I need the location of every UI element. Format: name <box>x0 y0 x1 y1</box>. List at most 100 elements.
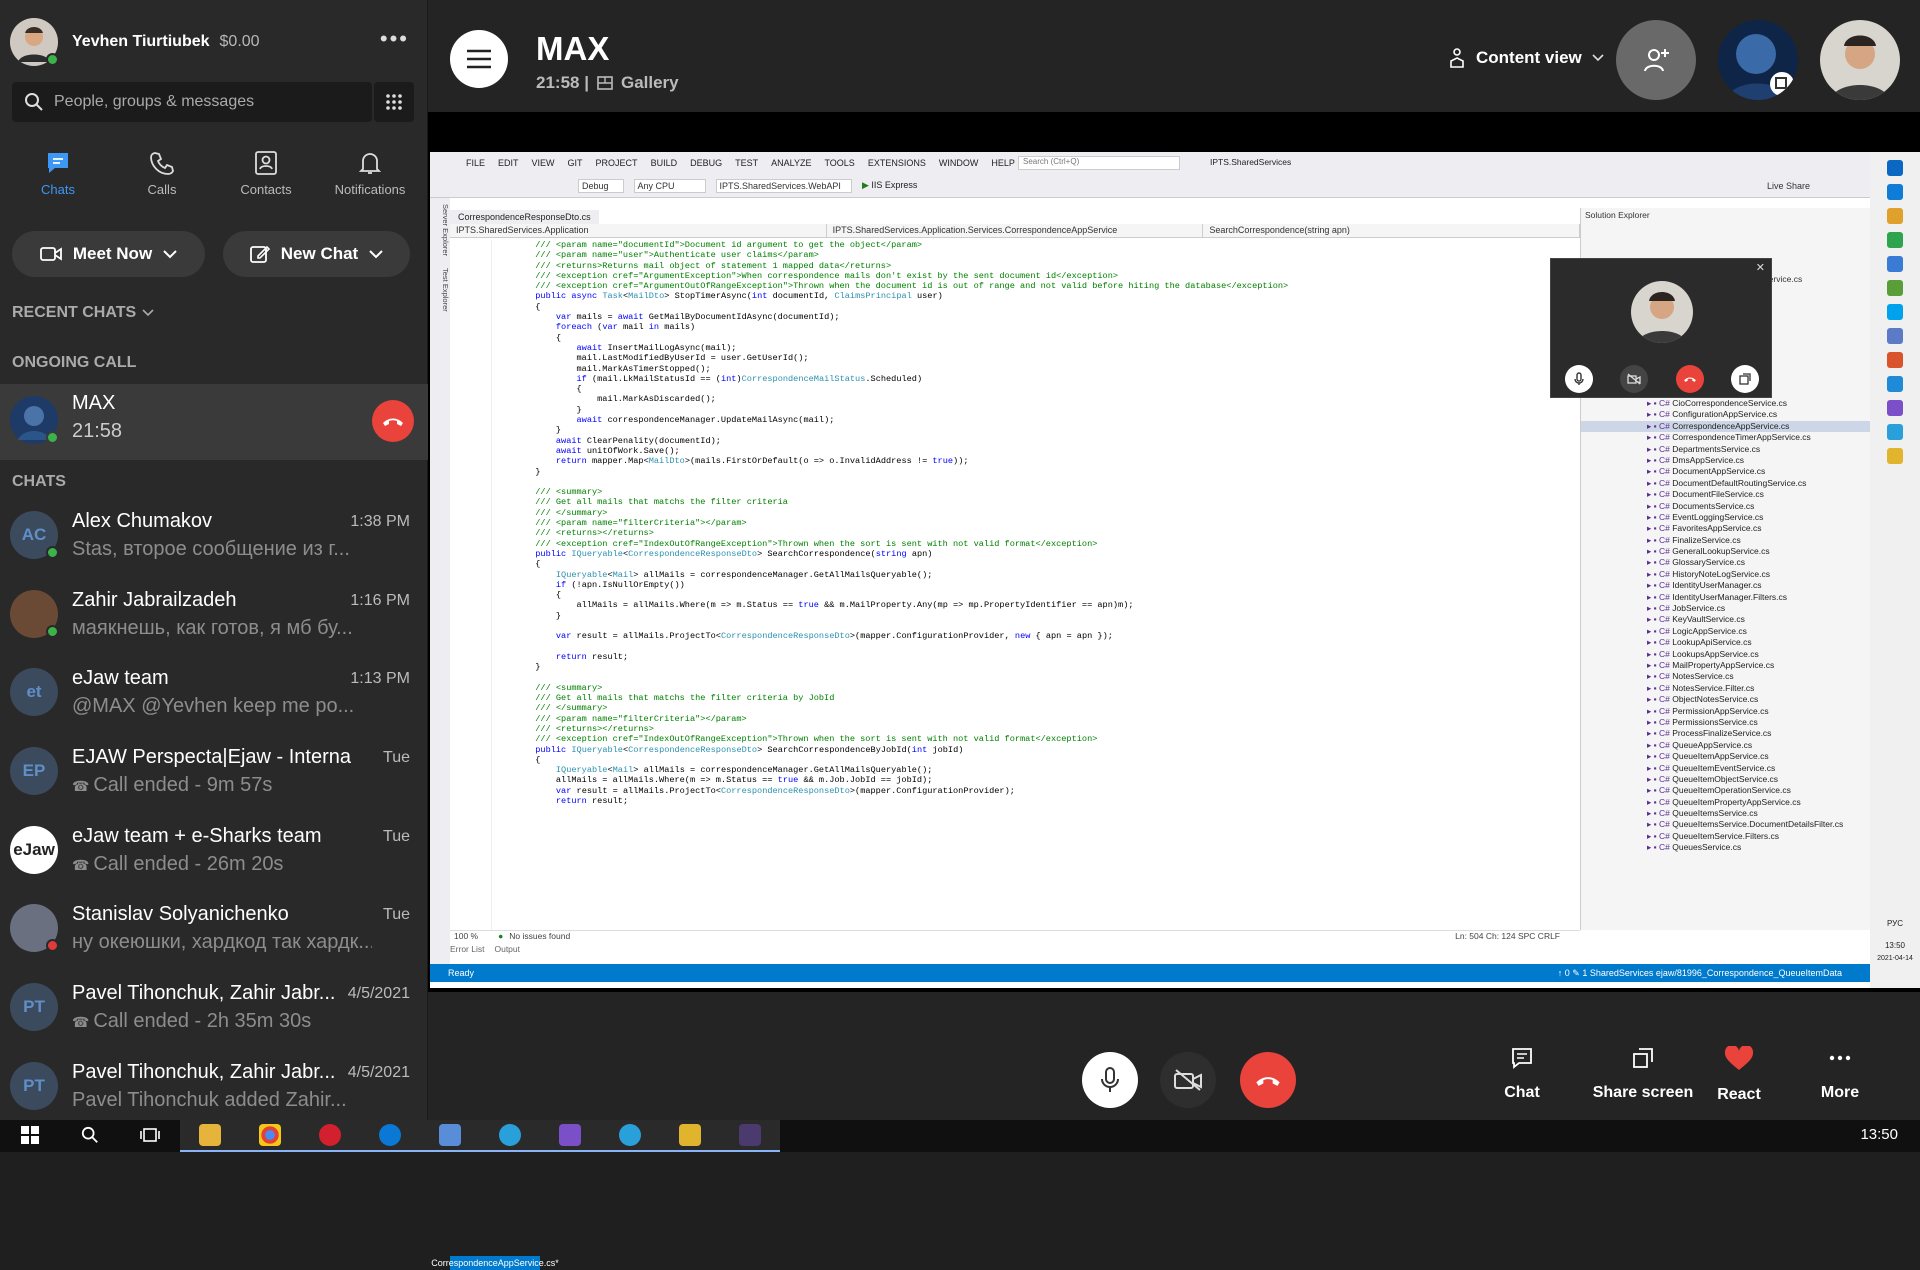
chat-list-item[interactable]: eJaw eJaw team + e-Sharks team ☎ Call ende… <box>0 811 428 890</box>
vs-file-item[interactable]: ▸ ▪ C# QueueItemsService.cs <box>1581 808 1871 819</box>
vs-file-item[interactable]: ▸ ▪ C# QueueItemService.Filters.cs <box>1581 831 1871 842</box>
end-call-button[interactable] <box>1240 1052 1296 1108</box>
vs-menu-item[interactable]: TEST <box>735 158 758 168</box>
vs-file-item[interactable]: ▸ ▪ C# QueueItemAppService.cs <box>1581 751 1871 762</box>
nav-chats[interactable]: Chats <box>8 150 108 197</box>
vs-file-item[interactable]: ▸ ▪ C# GeneralLookupService.cs <box>1581 546 1871 557</box>
vs-issues[interactable]: No issues found <box>509 931 570 944</box>
vs-file-item[interactable]: ▸ ▪ C# DocumentsService.cs <box>1581 501 1871 512</box>
nav-notifications[interactable]: Notifications <box>320 150 420 197</box>
participant-avatar[interactable] <box>1718 20 1798 100</box>
vs-status-right[interactable]: ↑ 0 ✎ 1 SharedServices ejaw/81996_Corres… <box>1558 968 1842 979</box>
add-participant-button[interactable] <box>1616 20 1696 100</box>
vs-startup-select[interactable]: IPTS.SharedServices.WebAPI <box>715 178 852 193</box>
call-layout[interactable]: Gallery <box>621 73 679 93</box>
nav-calls[interactable]: Calls <box>112 150 212 197</box>
chat-list-item[interactable]: AC Alex Chumakov Stas, второе сообщение из… <box>0 496 428 575</box>
vs-nav-project[interactable]: IPTS.SharedServices.Application <box>450 224 827 237</box>
share-screen-button[interactable]: Share screen <box>1588 1046 1698 1102</box>
recent-chats-header[interactable]: RECENT CHATS <box>12 304 154 322</box>
vs-file-item[interactable]: ▸ ▪ C# IdentityUserManager.Filters.cs <box>1581 592 1871 603</box>
pip-expand-button[interactable] <box>1731 365 1760 393</box>
vs-file-item[interactable]: ▸ ▪ C# JobService.cs <box>1581 603 1871 614</box>
taskbar-app[interactable] <box>600 1120 660 1152</box>
vs-file-item[interactable]: ▸ ▪ C# FavoritesAppService.cs <box>1581 523 1871 534</box>
vs-file-item[interactable]: ▸ ▪ C# CorrespondenceAppService.cs <box>1581 420 1871 433</box>
vs-nav-member[interactable]: SearchCorrespondence(string apn) <box>1203 224 1581 237</box>
menu-button[interactable] <box>450 30 508 88</box>
vs-file-item[interactable]: ▸ ▪ C# PermissionsService.cs <box>1581 717 1871 728</box>
chat-button[interactable]: Chat <box>1477 1046 1567 1102</box>
vs-file-item[interactable]: ▸ ▪ C# QueueItemObjectService.cs <box>1581 774 1871 785</box>
avatar[interactable] <box>10 18 59 66</box>
chat-list-item[interactable]: Zahir Jabrailzadeh маякнешь, как готов, я… <box>0 575 428 654</box>
chat-list-item[interactable]: et eJaw team @MAX @Yevhen keep me po... 1:1… <box>0 653 428 732</box>
vs-bottom-tab[interactable]: Error List <box>450 944 484 954</box>
ongoing-call-item[interactable]: MAX 21:58 <box>0 384 428 460</box>
more-options-icon[interactable]: ••• <box>380 26 409 52</box>
react-button[interactable]: React <box>1694 1046 1784 1104</box>
mute-button[interactable] <box>1082 1052 1138 1108</box>
vs-file-item[interactable]: ▸ ▪ C# EventLoggingService.cs <box>1581 512 1871 523</box>
vs-file-item[interactable]: ▸ ▪ C# QueueItemEventService.cs <box>1581 763 1871 774</box>
vs-tab-active[interactable]: CorrespondenceAppService.cs* <box>431 1256 559 1270</box>
pip-video-button[interactable] <box>1620 365 1649 393</box>
vs-menu-item[interactable]: PROJECT <box>596 158 638 168</box>
vs-tab[interactable]: CorrespondenceResponseDto.cs <box>450 210 599 224</box>
taskbar-app[interactable] <box>360 1120 420 1152</box>
vs-file-item[interactable]: ▸ ▪ C# HistoryNoteLogService.cs <box>1581 569 1871 580</box>
content-view-dropdown[interactable]: Content view <box>1448 48 1604 68</box>
start-button[interactable] <box>0 1120 60 1152</box>
vs-config-select[interactable]: Debug <box>578 178 624 193</box>
vs-file-item[interactable]: ▸ ▪ C# ObjectNotesService.cs <box>1581 694 1871 705</box>
vs-file-item[interactable]: ▸ ▪ C# CorrespondenceTimerAppService.cs <box>1581 432 1871 443</box>
vs-menu-item[interactable]: EDIT <box>498 158 519 168</box>
vs-file-item[interactable]: ▸ ▪ C# IdentityUserManager.cs <box>1581 580 1871 591</box>
vs-file-item[interactable]: ▸ ▪ C# LookupApiService.cs <box>1581 637 1871 648</box>
more-button[interactable]: More <box>1795 1046 1885 1102</box>
vs-menu-item[interactable]: FILE <box>466 158 485 168</box>
taskbar-app[interactable] <box>180 1120 240 1152</box>
vs-file-item[interactable]: ▸ ▪ C# DepartmentsService.cs <box>1581 444 1871 455</box>
pip-mic-button[interactable] <box>1564 365 1593 393</box>
vs-file-item[interactable]: ▸ ▪ C# ConfigurationAppService.cs <box>1581 409 1871 420</box>
taskbar-app[interactable] <box>420 1120 480 1152</box>
chat-list-item[interactable]: PT Pavel Tihonchuk, Zahir Jabr... ☎ Call e… <box>0 968 428 1047</box>
self-view-popup[interactable]: ✕ <box>1550 258 1772 398</box>
vs-file-item[interactable]: ▸ ▪ C# PermissionAppService.cs <box>1581 706 1871 717</box>
taskbar-app[interactable] <box>720 1120 780 1152</box>
vs-file-item[interactable]: ▸ ▪ C# DocumentDefaultRoutingService.cs <box>1581 478 1871 489</box>
vs-file-item[interactable]: ▸ ▪ C# NotesService.cs <box>1581 671 1871 682</box>
taskbar-app[interactable] <box>300 1120 360 1152</box>
vs-side-tab[interactable]: Test Explorer <box>441 268 450 312</box>
taskbar-app[interactable] <box>240 1120 300 1152</box>
vs-menu-item[interactable]: TOOLS <box>824 158 854 168</box>
chat-list-item[interactable]: Stanislav Solyanichenko ну океюшки, хардк… <box>0 889 428 968</box>
vs-file-item[interactable]: ▸ ▪ C# GlossaryService.cs <box>1581 557 1871 568</box>
vs-file-item[interactable]: ▸ ▪ C# NotesService.Filter.cs <box>1581 683 1871 694</box>
vs-file-item[interactable]: ▸ ▪ C# LookupsAppService.cs <box>1581 649 1871 660</box>
vs-file-item[interactable]: ▸ ▪ C# QueuesService.cs <box>1581 842 1871 853</box>
vs-file-item[interactable]: ▸ ▪ C# CioCorrespondenceService.cs <box>1581 398 1871 409</box>
vs-file-item[interactable]: ▸ ▪ C# DmsAppService.cs <box>1581 455 1871 466</box>
dialpad-button[interactable] <box>374 82 414 122</box>
vs-menu-item[interactable]: VIEW <box>532 158 555 168</box>
vs-menu-item[interactable]: ANALYZE <box>771 158 811 168</box>
vs-file-item[interactable]: ▸ ▪ C# KeyVaultService.cs <box>1581 614 1871 625</box>
video-toggle-button[interactable] <box>1160 1052 1216 1108</box>
taskbar-app[interactable] <box>540 1120 600 1152</box>
vs-zoom[interactable]: 100 % <box>454 931 478 944</box>
vs-search-input[interactable]: Search (Ctrl+Q) <box>1018 156 1180 170</box>
vs-file-item[interactable]: ▸ ▪ C# QueueItemsService.DocumentDetails… <box>1581 819 1871 830</box>
new-chat-button[interactable]: New Chat <box>223 231 410 277</box>
vs-code-editor[interactable]: /// <param name="documentId">Document id… <box>494 240 1574 930</box>
vs-file-item[interactable]: ▸ ▪ C# MailPropertyAppService.cs <box>1581 660 1871 671</box>
nav-contacts[interactable]: Contacts <box>216 150 316 197</box>
vs-live-share[interactable]: Live Share <box>1767 181 1810 191</box>
chat-list-item[interactable]: PT Pavel Tihonchuk, Zahir Jabr... Pavel Ti… <box>0 1047 428 1126</box>
task-view-button[interactable] <box>120 1120 180 1152</box>
vs-menu-item[interactable]: HELP <box>991 158 1015 168</box>
vs-menu-item[interactable]: DEBUG <box>690 158 722 168</box>
vs-menu-item[interactable]: EXTENSIONS <box>868 158 926 168</box>
vs-file-item[interactable]: ▸ ▪ C# LogicAppService.cs <box>1581 626 1871 637</box>
